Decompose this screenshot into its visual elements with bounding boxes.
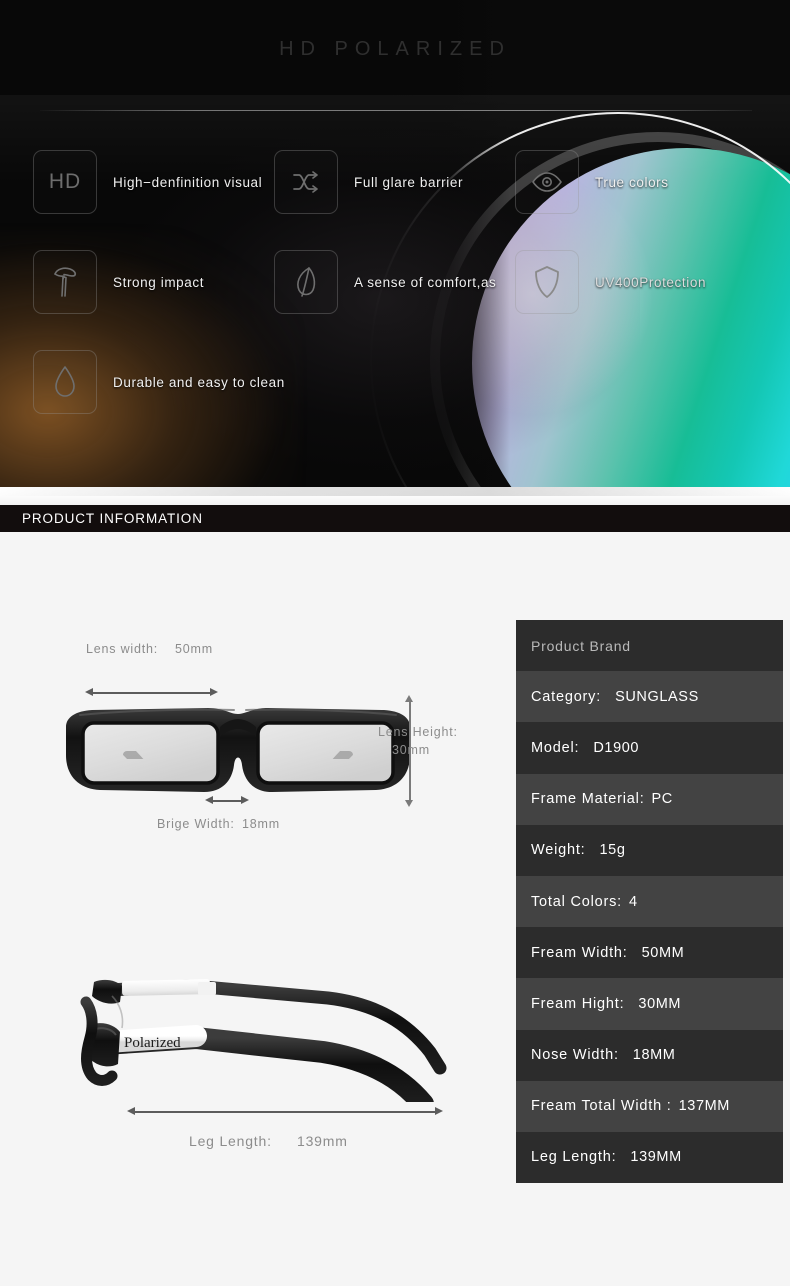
- spec-value: SUNGLASS: [615, 688, 699, 705]
- leg-length-arrow: [127, 1107, 443, 1116]
- table-row: Product Brand: [516, 620, 783, 672]
- feature-row: Durable and easy to clean: [0, 350, 790, 450]
- spec-value: D1900: [593, 739, 640, 756]
- spec-key: Leg Length:: [531, 1149, 617, 1166]
- spec-table: Product Brand Category: SUNGLASS Model: …: [516, 620, 783, 1183]
- feature-grid: HD High−denfinition visual Full glare ba…: [0, 150, 790, 440]
- temple-print-text: Polarized: [124, 1035, 181, 1051]
- hero-banner: HD POLARIZED HD High−denfinition visual: [0, 0, 790, 487]
- spec-key: Nose Width:: [531, 1047, 619, 1064]
- bridge-width-label: Brige Width:: [157, 817, 235, 831]
- spec-key: Category:: [531, 688, 602, 705]
- feature-glare-barrier: Full glare barrier: [274, 150, 463, 214]
- hd-icon: HD: [33, 150, 97, 214]
- feature-comfort: A sense of comfort,as: [274, 250, 496, 314]
- feature-row: Strong impact A sense of comfort,as UV40…: [0, 250, 790, 350]
- droplet-icon: [33, 350, 97, 414]
- lens-height-value: 30mm: [392, 743, 430, 757]
- glasses-side-image: Polarized: [80, 979, 447, 1102]
- spec-key: Weight:: [531, 842, 586, 859]
- hd-icon-text: HD: [48, 170, 82, 193]
- table-row: Weight: 15g: [516, 824, 783, 876]
- spec-key: Model:: [531, 739, 580, 756]
- table-row: Category: SUNGLASS: [516, 671, 783, 723]
- feature-true-colors: True colors: [515, 150, 669, 214]
- leaf-icon: [274, 250, 338, 314]
- table-row: Total Colors: 4: [516, 875, 783, 928]
- leg-length-label: Leg Length:: [189, 1133, 272, 1149]
- shuffle-icon: [274, 150, 338, 214]
- spec-value: 137MM: [678, 1098, 730, 1115]
- feature-easy-clean: Durable and easy to clean: [33, 350, 285, 414]
- spec-value: 15g: [599, 842, 626, 859]
- lens-width-label: Lens width:: [86, 642, 159, 656]
- table-row: Nose Width: 18MM: [516, 1029, 783, 1081]
- feature-label: Full glare barrier: [354, 174, 464, 190]
- product-information-bar: PRODUCT INFORMATION: [0, 505, 790, 532]
- feature-label: UV400Protection: [595, 274, 707, 290]
- feature-strong-impact: Strong impact: [33, 250, 204, 314]
- lens-height-label: Lens Height:: [378, 725, 458, 739]
- table-row: Fream Width: 50MM: [516, 927, 783, 979]
- spec-key: Frame Material:: [531, 791, 645, 808]
- feature-label: Durable and easy to clean: [113, 374, 285, 390]
- feature-hd-visual: HD High−denfinition visual: [33, 150, 262, 214]
- lens-width-value: 50mm: [175, 642, 213, 656]
- hero-bottom-fade: [0, 487, 790, 505]
- spec-value: PC: [651, 791, 673, 808]
- bridge-width-value: 18mm: [242, 817, 280, 831]
- hammer-icon: [33, 250, 97, 314]
- spec-value: 30MM: [638, 995, 682, 1012]
- hero-title: HD POLARIZED: [279, 38, 511, 60]
- bridge-width-arrow: [205, 796, 249, 805]
- section-title: PRODUCT INFORMATION: [22, 511, 203, 526]
- table-row: Leg Length: 139MM: [516, 1131, 783, 1183]
- lens-width-arrow: [85, 688, 218, 697]
- feature-uv400: UV400Protection: [515, 250, 706, 314]
- feature-label: High−denfinition visual: [113, 174, 263, 190]
- table-row: Fream Hight: 30MM: [516, 978, 783, 1030]
- glasses-front-image: [66, 708, 410, 792]
- feature-label: True colors: [595, 174, 669, 190]
- table-row: Frame Material: PC: [516, 773, 783, 825]
- spec-value: 50MM: [641, 944, 685, 961]
- feature-row: HD High−denfinition visual Full glare ba…: [0, 150, 790, 250]
- hero-divider-line: [40, 110, 752, 111]
- spec-value: 4: [629, 893, 638, 910]
- spec-key: Fream Total Width :: [531, 1098, 672, 1115]
- feature-label: A sense of comfort,as: [354, 274, 497, 290]
- spec-value: 18MM: [632, 1047, 676, 1064]
- product-information-section: Lens width: 50mm Lens Height: 30mm Brige…: [0, 532, 790, 1286]
- leg-length-value: 139mm: [297, 1133, 348, 1149]
- table-row: Fream Total Width : 137MM: [516, 1080, 783, 1132]
- spec-key: Fream Hight:: [531, 995, 625, 1012]
- shield-icon: [515, 250, 579, 314]
- feature-label: Strong impact: [113, 274, 205, 290]
- spec-key: Product Brand: [531, 637, 631, 654]
- spec-key: Total Colors:: [531, 893, 622, 910]
- eye-icon: [515, 150, 579, 214]
- table-row: Model: D1900: [516, 722, 783, 774]
- dimension-diagrams: Lens width: 50mm Lens Height: 30mm Brige…: [0, 532, 510, 1232]
- spec-value: 139MM: [630, 1149, 682, 1166]
- spec-key: Fream Width:: [531, 944, 628, 961]
